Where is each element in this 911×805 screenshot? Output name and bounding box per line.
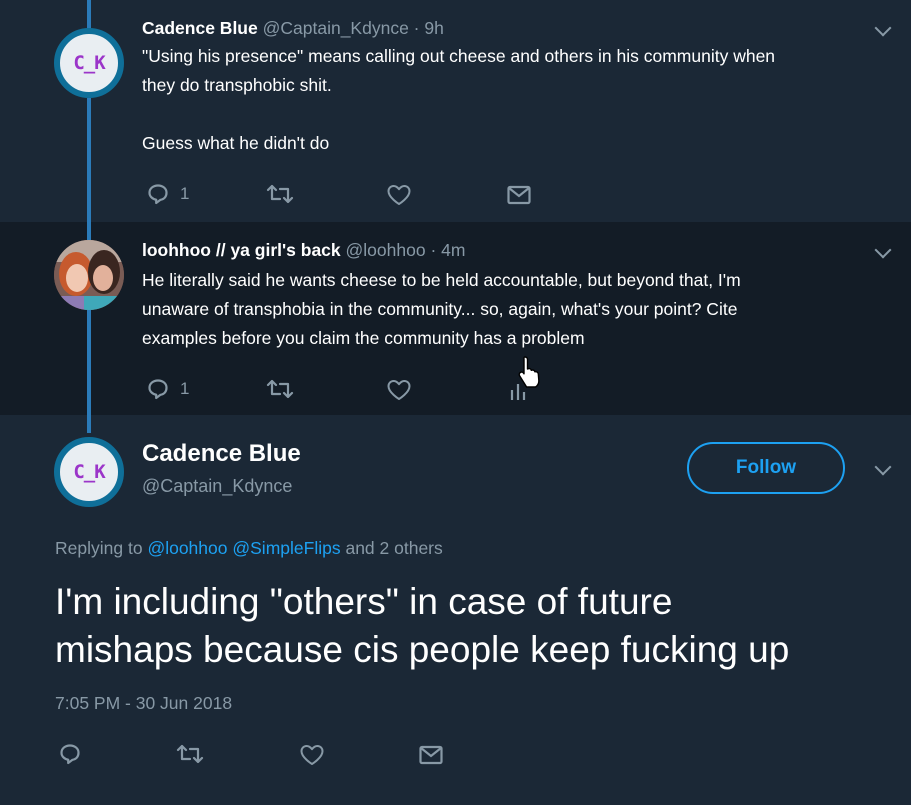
thread-line	[87, 98, 91, 222]
avatar[interactable]: C_K	[54, 437, 124, 507]
retweet-action[interactable]	[266, 182, 294, 206]
replying-others[interactable]: and 2 others	[345, 538, 442, 558]
avatar-text: C_K	[73, 52, 105, 74]
like-action[interactable]	[386, 183, 412, 207]
profile-photo-image	[54, 240, 124, 310]
retweet-icon	[266, 184, 294, 204]
tweet-text-line: "Using his presence" means calling out c…	[142, 46, 776, 66]
retweet-icon	[176, 744, 204, 764]
thread-line-top	[87, 0, 91, 30]
like-icon	[387, 380, 411, 400]
thread-line	[87, 310, 91, 415]
tweet-text-line: they do transphobic shit.	[142, 75, 332, 95]
cursor-icon	[518, 356, 540, 388]
username[interactable]: @Captain_Kdynce	[263, 18, 409, 38]
reply-count: 1	[180, 379, 190, 398]
tweet-text-line: unaware of transphobia in the community.…	[142, 299, 738, 319]
replying-to: Replying to @loohhoo @SimpleFlips and 2 …	[55, 538, 443, 559]
retweet-icon	[266, 379, 294, 399]
reply-icon	[148, 379, 168, 400]
reply-action[interactable]	[58, 742, 82, 766]
reply-count: 1	[180, 184, 190, 203]
avatar-text: C_K	[73, 461, 105, 483]
tweet-text-line: He literally said he wants cheese to be …	[142, 270, 741, 290]
mention-link[interactable]: @SimpleFlips	[232, 538, 340, 558]
reply-tweet-2[interactable]: loohhoo // ya girl's back @loohhoo · 4m …	[0, 222, 911, 415]
tweet-text-line: Guess what he didn't do	[142, 133, 330, 153]
tweet-text: He literally said he wants cheese to be …	[142, 266, 899, 353]
message-icon	[419, 745, 443, 765]
retweet-action[interactable]	[266, 377, 294, 401]
reply-action[interactable]: 1	[146, 377, 189, 401]
display-name[interactable]: Cadence Blue	[142, 18, 258, 38]
tweet-text-line: mishaps because cis people keep fucking …	[55, 629, 790, 670]
username[interactable]: @Captain_Kdynce	[142, 476, 292, 497]
like-icon	[300, 745, 324, 765]
tweet-text-line: examples before you claim the community …	[142, 328, 585, 348]
replying-prefix: Replying to	[55, 538, 143, 558]
message-icon	[507, 185, 531, 205]
timestamp[interactable]: · 4m	[430, 240, 465, 260]
display-name[interactable]: loohhoo // ya girl's back	[142, 240, 341, 260]
reply-action[interactable]: 1	[146, 182, 189, 206]
username[interactable]: @loohhoo	[346, 240, 426, 260]
avatar[interactable]	[54, 240, 124, 310]
message-action[interactable]	[506, 183, 532, 207]
message-action[interactable]	[418, 743, 444, 767]
retweet-action[interactable]	[176, 742, 204, 766]
reply-icon	[148, 184, 168, 205]
like-icon	[387, 185, 411, 205]
chevron-down-icon[interactable]	[874, 241, 892, 259]
mention-link[interactable]: @loohhoo	[147, 538, 227, 558]
chevron-down-icon[interactable]	[874, 19, 892, 37]
like-action[interactable]	[386, 378, 412, 402]
avatar[interactable]: C_K	[54, 28, 124, 98]
thread-line	[87, 222, 91, 240]
tweet-header: loohhoo // ya girl's back @loohhoo · 4m	[142, 240, 465, 261]
tweet-timestamp[interactable]: 7:05 PM - 30 Jun 2018	[55, 693, 232, 714]
timestamp[interactable]: · 9h	[414, 18, 444, 38]
tweet-header: Cadence Blue @Captain_Kdynce · 9h	[142, 18, 444, 39]
reply-icon	[60, 744, 80, 765]
like-action[interactable]	[299, 743, 325, 767]
display-name[interactable]: Cadence Blue	[142, 440, 301, 468]
follow-button[interactable]: Follow	[687, 442, 845, 494]
reply-tweet-1[interactable]: C_K Cadence Blue @Captain_Kdynce · 9h "U…	[0, 0, 911, 222]
tweet-text: I'm including "others" in case of future…	[55, 578, 789, 674]
tweet-text: "Using his presence" means calling out c…	[142, 42, 899, 158]
thread-line	[87, 415, 91, 433]
tweet-text-line: I'm including "others" in case of future	[55, 581, 673, 622]
